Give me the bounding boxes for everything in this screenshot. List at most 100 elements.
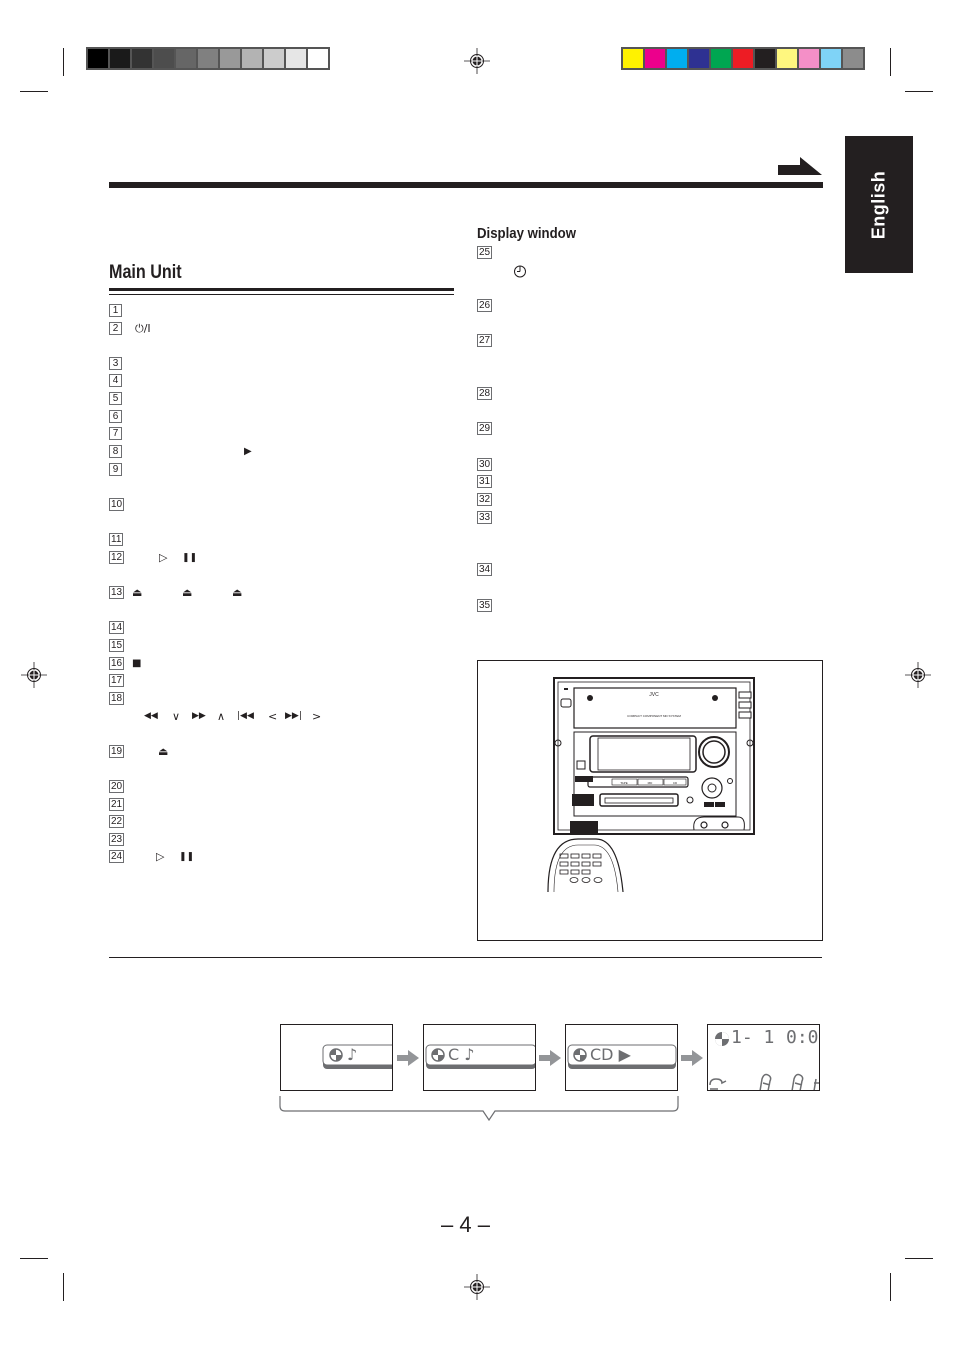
play-icon: ▶ — [244, 446, 252, 457]
callout-number: 32 — [477, 493, 493, 506]
crop-mark — [905, 91, 933, 92]
callout-number: 34 — [477, 563, 493, 576]
grouping-brace — [279, 1096, 679, 1122]
callout-number: 9 — [109, 463, 122, 476]
callout-number: 19 — [109, 745, 125, 758]
color-swatch-2 — [645, 49, 665, 68]
callout-number: 27 — [477, 334, 493, 347]
callout-number: 7 — [109, 427, 122, 440]
color-swatch-11 — [843, 49, 863, 68]
callout-number: 1 — [109, 304, 122, 317]
callout-number: 14 — [109, 621, 125, 634]
gray-swatch-1 — [88, 49, 108, 68]
page-number: – 4 – — [441, 1212, 490, 1237]
skip-back-icon: |◀◀ — [237, 711, 254, 721]
language-label: English — [868, 170, 889, 239]
crop-mark — [905, 1258, 933, 1259]
gray-swatch-2 — [110, 49, 130, 68]
callout-number: 5 — [109, 392, 122, 405]
registration-mark-icon — [464, 48, 490, 74]
clock-icon — [514, 265, 526, 278]
gray-swatch-10 — [286, 49, 306, 68]
front-label: COMPACT COMPONENT MD SYSTEM — [627, 714, 681, 718]
gray-swatch-6 — [198, 49, 218, 68]
eject-icon: ⏏ — [158, 745, 169, 758]
callout-number: 16 — [109, 657, 125, 670]
md-button-label: MD — [648, 781, 653, 785]
continue-arrow-icon — [778, 157, 822, 175]
color-swatch-1 — [623, 49, 643, 68]
callout-number: 24 — [109, 850, 125, 863]
brand-logo: JVC — [649, 692, 659, 698]
display-step-1: ♪ — [280, 1024, 393, 1091]
note-text: ♪ — [347, 1045, 358, 1064]
callout-number: 33 — [477, 511, 493, 524]
left-chevron-icon: < — [268, 710, 278, 723]
time-readout: 0:02 — [786, 1027, 819, 1048]
callout-number: 30 — [477, 458, 493, 471]
heading-rule — [109, 294, 454, 295]
crop-mark — [63, 1273, 64, 1301]
registration-mark-icon — [905, 662, 931, 688]
callout-number: 23 — [109, 833, 125, 846]
color-swatch-4 — [689, 49, 709, 68]
right-chevron-icon: > — [312, 710, 322, 723]
section-divider — [109, 957, 822, 958]
color-calibration-bar — [621, 47, 865, 70]
eject-icon: ⏏ — [232, 586, 243, 599]
language-tab: English — [845, 136, 913, 273]
up-chevron-icon: ∧ — [217, 710, 226, 723]
track-readout: 1- 1 — [731, 1027, 775, 1048]
callout-number: 22 — [109, 815, 125, 828]
header-rule — [109, 182, 823, 188]
callout-number: 18 — [109, 692, 125, 705]
rewind-icon: ◀◀ — [144, 711, 158, 721]
disc-icon — [715, 1032, 729, 1046]
callout-number: 20 — [109, 780, 125, 793]
callout-number: 13 — [109, 586, 125, 599]
callout-number: 6 — [109, 410, 122, 423]
play-outline-icon: ▷ — [159, 551, 168, 564]
grayscale-calibration-bar — [86, 47, 330, 70]
callout-number: 15 — [109, 639, 125, 652]
callout-number: 10 — [109, 498, 125, 511]
callout-number: 35 — [477, 599, 493, 612]
color-swatch-7 — [755, 49, 775, 68]
crop-mark — [20, 1258, 48, 1259]
stop-icon: ■ — [132, 658, 142, 669]
illustration-box: JVC COMPACT COMPONENT MD SYSTEM TAPE MD … — [477, 660, 823, 941]
display-step-3: CD ▶ — [565, 1024, 678, 1091]
standby-on-icon: ⏻/I — [135, 322, 151, 335]
display-step-4: 1- 1 0:02 — [707, 1024, 820, 1091]
color-swatch-9 — [799, 49, 819, 68]
fast-forward-icon: ▶▶ — [192, 711, 206, 721]
callout-number: 25 — [477, 246, 493, 259]
callout-number: 21 — [109, 798, 125, 811]
gray-swatch-8 — [242, 49, 262, 68]
callout-number: 17 — [109, 674, 125, 687]
skip-forward-icon: ▶▶| — [285, 711, 302, 721]
gray-swatch-7 — [220, 49, 240, 68]
display-text: C ♪ — [448, 1045, 475, 1064]
sequence-arrow-icon — [397, 1050, 419, 1066]
eject-icon: ⏏ — [182, 586, 193, 599]
pause-icon: ❚❚ — [179, 852, 195, 862]
gray-swatch-5 — [176, 49, 196, 68]
color-swatch-8 — [777, 49, 797, 68]
callout-number: 2 — [109, 322, 122, 335]
callout-number: 26 — [477, 299, 493, 312]
crop-mark — [20, 91, 48, 92]
registration-mark-icon — [21, 662, 47, 688]
down-chevron-icon: ∨ — [172, 710, 181, 723]
color-swatch-6 — [733, 49, 753, 68]
gray-swatch-9 — [264, 49, 284, 68]
color-swatch-5 — [711, 49, 731, 68]
tape-button-label: TAPE — [620, 781, 628, 785]
callout-number: 3 — [109, 357, 122, 370]
display-text: CD ▶ — [590, 1045, 631, 1064]
display-step-2: C ♪ — [423, 1024, 536, 1091]
color-swatch-3 — [667, 49, 687, 68]
gray-swatch-11 — [308, 49, 328, 68]
animated-figures — [709, 1073, 819, 1090]
callout-number: 12 — [109, 551, 125, 564]
